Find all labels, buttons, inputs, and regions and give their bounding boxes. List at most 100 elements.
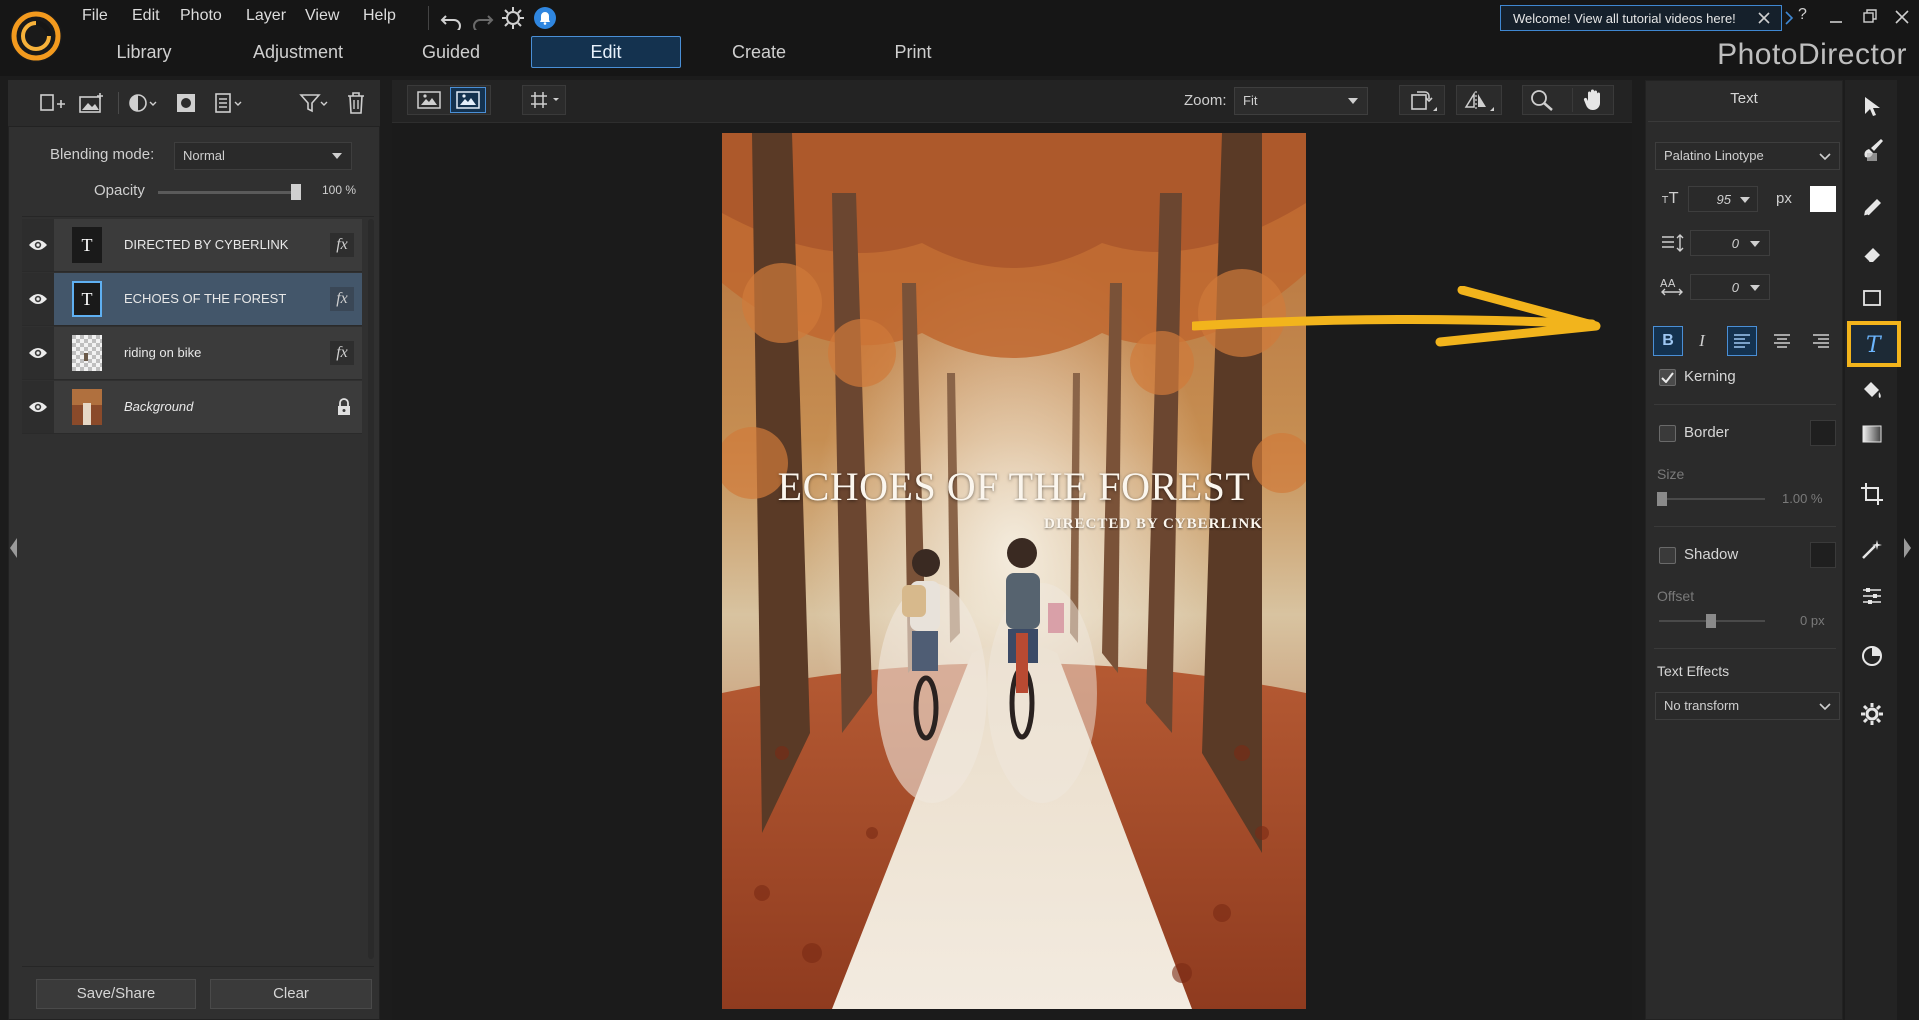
restore-icon[interactable] — [1862, 8, 1878, 24]
border-size-thumb[interactable] — [1657, 492, 1667, 506]
fill-icon[interactable] — [1858, 376, 1886, 404]
background-thumbnail — [72, 389, 102, 425]
tab-print[interactable]: Print — [858, 36, 968, 68]
rotate-icon[interactable] — [1399, 85, 1445, 115]
eraser-icon[interactable] — [1858, 240, 1886, 268]
zoom-tool-icon[interactable] — [1529, 89, 1555, 111]
menu-edit[interactable]: Edit — [132, 7, 160, 25]
canvas-toolbar — [392, 80, 1632, 123]
shadow-offset-thumb[interactable] — [1706, 614, 1716, 628]
text-tool-button[interactable]: T — [1847, 321, 1901, 367]
menu-layer[interactable]: Layer — [246, 7, 286, 25]
collapse-right-icon[interactable] — [1903, 536, 1913, 560]
layer-row-riding[interactable]: riding on bike fx — [22, 327, 362, 380]
color-wheel-icon[interactable] — [1858, 642, 1886, 670]
opacity-slider-thumb[interactable] — [291, 184, 301, 200]
tab-library[interactable]: Library — [90, 36, 198, 68]
text-icon: T — [1866, 333, 1883, 357]
text-layer-thumbnail: T — [72, 227, 102, 263]
line-spacing-input[interactable]: 0 — [1690, 230, 1770, 256]
visibility-eye-icon[interactable] — [22, 219, 54, 271]
fx-button[interactable]: fx — [330, 233, 354, 257]
layer-row-background[interactable]: Background — [22, 381, 362, 434]
layer-options-icon[interactable] — [212, 88, 244, 118]
align-right-button[interactable] — [1806, 326, 1836, 356]
select-icon[interactable] — [1858, 92, 1886, 120]
blending-mode-select[interactable]: Normal — [174, 142, 352, 170]
clear-button[interactable]: Clear — [210, 979, 372, 1009]
undo-icon[interactable] — [440, 8, 464, 30]
app-logo[interactable] — [10, 10, 62, 62]
minimize-icon[interactable] — [1828, 10, 1844, 26]
compare-view-icon[interactable] — [412, 88, 446, 112]
notification-bell-icon[interactable] — [534, 7, 556, 29]
poster-subtitle[interactable]: DIRECTED BY CYBERLINK — [1044, 516, 1263, 533]
border-checkbox[interactable] — [1659, 425, 1676, 442]
kerning-checkbox[interactable] — [1659, 369, 1676, 386]
magic-icon[interactable] — [1858, 536, 1886, 564]
layer-row-directed[interactable]: T DIRECTED BY CYBERLINK fx — [22, 219, 362, 272]
lock-icon[interactable] — [336, 397, 352, 417]
poster-canvas[interactable]: ECHOES OF THE FOREST DIRECTED BY CYBERLI… — [722, 133, 1306, 1009]
layer-name: Background — [124, 399, 194, 414]
border-size-slider[interactable] — [1659, 498, 1765, 500]
border-color-swatch[interactable] — [1810, 420, 1836, 446]
mask-icon[interactable] — [170, 88, 202, 118]
crop-icon[interactable] — [1858, 480, 1886, 508]
poster-title[interactable]: ECHOES OF THE FOREST — [722, 463, 1306, 510]
hand-tool-icon[interactable] — [1572, 88, 1607, 112]
close-banner-icon[interactable] — [1756, 10, 1772, 26]
filter-icon[interactable] — [298, 88, 330, 118]
adjust-icon[interactable] — [1858, 582, 1886, 610]
tab-edit[interactable]: Edit — [531, 36, 681, 68]
text-color-swatch[interactable] — [1810, 186, 1836, 212]
delete-layer-icon[interactable] — [340, 88, 372, 118]
fx-button[interactable]: fx — [330, 341, 354, 365]
gradient-icon[interactable] — [1858, 420, 1886, 448]
add-image-layer-icon[interactable] — [76, 88, 108, 118]
text-effects-select[interactable]: No transform — [1655, 692, 1840, 720]
align-left-button[interactable] — [1727, 326, 1757, 356]
add-layer-icon[interactable] — [36, 88, 68, 118]
settings-icon[interactable] — [1858, 700, 1886, 728]
menu-file[interactable]: File — [82, 7, 108, 25]
brand-wordmark: PhotoDirector — [1717, 38, 1907, 71]
fx-button[interactable]: fx — [330, 287, 354, 311]
visibility-eye-icon[interactable] — [22, 273, 54, 325]
layer-row-echoes[interactable]: T ECHOES OF THE FOREST fx — [22, 273, 362, 326]
menu-photo[interactable]: Photo — [180, 7, 222, 25]
rectangle-icon[interactable] — [1858, 284, 1886, 312]
pencil-icon[interactable] — [1858, 194, 1886, 222]
char-spacing-input[interactable]: 0 — [1690, 274, 1770, 300]
italic-button[interactable]: I — [1687, 326, 1717, 356]
layers-scrollbar[interactable] — [368, 219, 374, 959]
font-select[interactable]: Palatino Linotype — [1655, 142, 1840, 170]
grid-icon[interactable] — [522, 85, 566, 115]
tab-guided[interactable]: Guided — [400, 36, 502, 68]
visibility-eye-icon[interactable] — [22, 327, 54, 379]
shadow-checkbox[interactable] — [1659, 547, 1676, 564]
save-share-button[interactable]: Save/Share — [36, 979, 196, 1009]
close-window-icon[interactable] — [1894, 9, 1910, 25]
visibility-eye-icon[interactable] — [22, 381, 54, 433]
menu-help[interactable]: Help — [363, 7, 396, 25]
font-size-input[interactable]: 95 — [1688, 186, 1758, 212]
bold-button[interactable]: B — [1653, 326, 1683, 356]
tab-create[interactable]: Create — [700, 36, 818, 68]
flip-icon[interactable] — [1456, 85, 1502, 115]
redo-icon[interactable] — [470, 8, 494, 30]
tab-adjustment[interactable]: Adjustment — [238, 36, 358, 68]
single-view-icon[interactable] — [450, 87, 486, 113]
opacity-slider[interactable] — [158, 191, 296, 194]
menu-view[interactable]: View — [305, 7, 339, 25]
align-center-button[interactable] — [1767, 326, 1797, 356]
collapse-left-icon[interactable] — [8, 536, 18, 560]
help-button[interactable]: ? — [1798, 6, 1807, 24]
settings-gear-icon[interactable] — [501, 6, 525, 30]
welcome-banner[interactable]: Welcome! View all tutorial videos here! — [1500, 5, 1782, 31]
shadow-color-swatch[interactable] — [1810, 542, 1836, 568]
brush-icon[interactable] — [1858, 136, 1886, 164]
adjustment-layer-icon[interactable] — [126, 88, 158, 118]
zoom-label: Zoom: — [1184, 92, 1227, 109]
zoom-select[interactable]: Fit — [1234, 87, 1368, 115]
